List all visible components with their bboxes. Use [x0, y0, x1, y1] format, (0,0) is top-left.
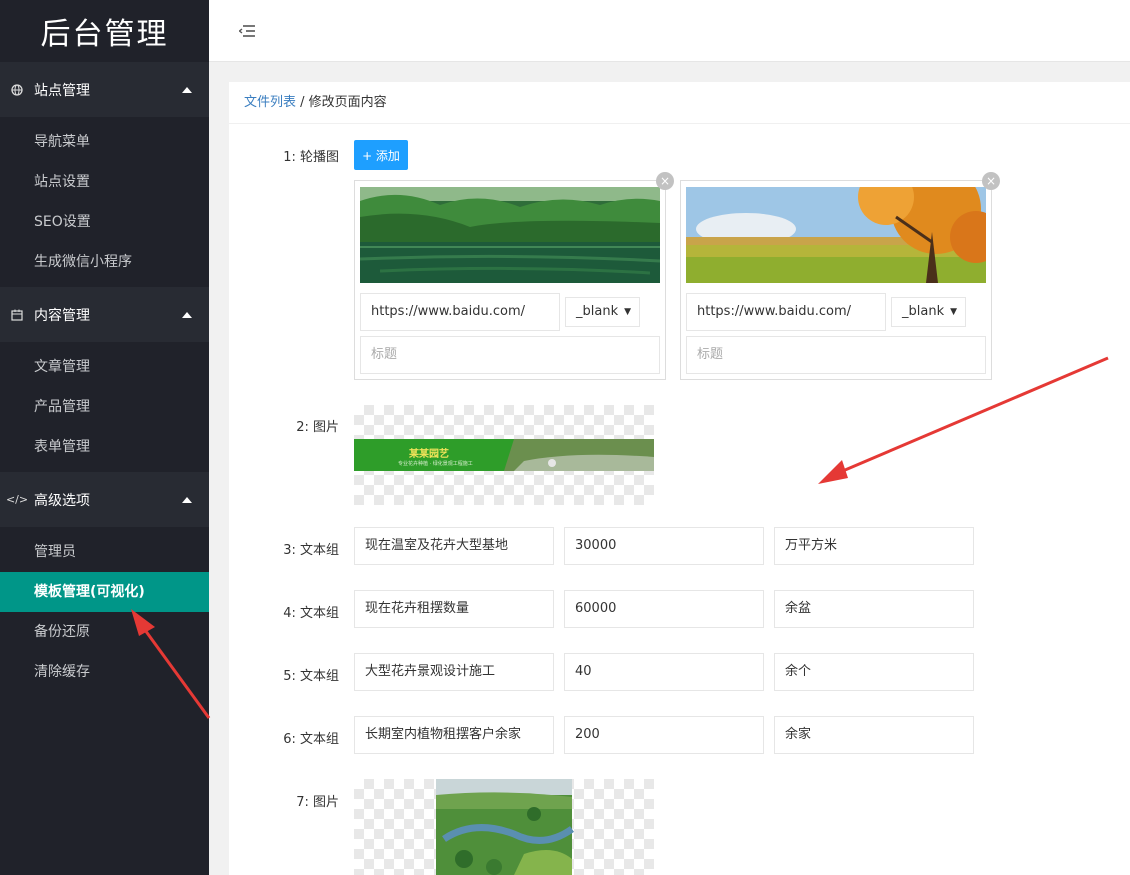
text-group-number-input[interactable]: 200: [564, 716, 764, 754]
sidebar-group-label: 高级选项: [34, 492, 90, 509]
breadcrumb-current: 修改页面内容: [308, 95, 387, 110]
collapse-menu-icon[interactable]: [238, 24, 255, 38]
remove-slide-icon[interactable]: ×: [656, 172, 674, 190]
sidebar-item-products[interactable]: 产品管理: [0, 387, 209, 427]
row-label-image: 7: 图片: [296, 795, 339, 810]
carousel-slide: https://www.baidu.com/ _blank ▼ 标题 ×: [354, 172, 674, 380]
sidebar-item-backup[interactable]: 备份还原: [0, 612, 209, 652]
text-group-number-input[interactable]: 30000: [564, 527, 764, 565]
sidebar-item-seo[interactable]: SEO设置: [0, 202, 209, 242]
text-group-number-input[interactable]: 40: [564, 653, 764, 691]
carousel-slide: https://www.baidu.com/ _blank ▼ 标题 ×: [680, 164, 1002, 380]
slide-target-value: _blank: [576, 304, 619, 319]
sidebar-item-nav-menu[interactable]: 导航菜单: [0, 122, 209, 162]
row-label-image: 2: 图片: [296, 420, 339, 435]
sidebar-item-articles[interactable]: 文章管理: [0, 347, 209, 387]
globe-icon: [10, 83, 24, 97]
text-group-title-input[interactable]: 现在花卉租摆数量: [354, 590, 554, 628]
chevron-up-icon: [182, 86, 192, 93]
sidebar-group-site[interactable]: 站点管理: [0, 62, 209, 117]
image-upload-landscape[interactable]: [354, 779, 654, 875]
slide-target-select[interactable]: _blank ▼: [891, 297, 966, 327]
sidebar-item-wechat-miniapp[interactable]: 生成微信小程序: [0, 242, 209, 282]
slide-title-input[interactable]: 标题: [360, 336, 660, 374]
sidebar-group-advanced[interactable]: </> 高级选项: [0, 472, 209, 527]
image-upload-banner[interactable]: 某某园艺 专业花卉种植 · 绿化景观工程施工: [354, 405, 654, 505]
row-label-text-group: 3: 文本组: [283, 543, 339, 558]
slide-url-input[interactable]: https://www.baidu.com/: [686, 293, 886, 331]
banner-subtitle: 专业花卉种植 · 绿化景观工程施工: [398, 461, 473, 467]
text-group-title-input[interactable]: 现在温室及花卉大型基地: [354, 527, 554, 565]
sidebar-item-admins[interactable]: 管理员: [0, 532, 209, 572]
text-group-unit-input[interactable]: 余家: [774, 716, 974, 754]
chevron-up-icon: [182, 311, 192, 318]
sidebar-item-site-settings[interactable]: 站点设置: [0, 162, 209, 202]
row-label-text-group: 5: 文本组: [283, 669, 339, 684]
sidebar-group-label: 内容管理: [34, 307, 90, 324]
breadcrumb-link-file-list[interactable]: 文件列表: [244, 95, 296, 110]
sidebar-group-label: 站点管理: [34, 82, 90, 99]
remove-slide-icon[interactable]: ×: [982, 172, 1000, 190]
slide-target-value: _blank: [902, 304, 945, 319]
code-icon: </>: [5, 493, 29, 506]
add-slide-button[interactable]: + 添加: [354, 140, 408, 170]
text-group-title-input[interactable]: 长期室内植物租摆客户余家: [354, 716, 554, 754]
banner-title: 某某园艺: [409, 449, 449, 460]
slide-title-input[interactable]: 标题: [686, 336, 986, 374]
sidebar-item-clear-cache[interactable]: 清除缓存: [0, 652, 209, 692]
sidebar-group-content[interactable]: 内容管理: [0, 287, 209, 342]
text-group-unit-input[interactable]: 万平方米: [774, 527, 974, 565]
text-group-unit-input[interactable]: 余个: [774, 653, 974, 691]
slide-image-forest-lake: [359, 187, 661, 283]
chevron-up-icon: [182, 496, 192, 503]
content-card: 文件列表 / 修改页面内容 1: 轮播图 + 添加 https://www.ba…: [229, 82, 1130, 875]
calendar-icon: [10, 308, 24, 322]
breadcrumb: 文件列表 / 修改页面内容: [229, 82, 1130, 124]
sidebar: 后台管理 站点管理 导航菜单 站点设置 SEO设置 生成微信小程序 内容管理 文…: [0, 0, 209, 875]
row-label-text-group: 6: 文本组: [283, 732, 339, 747]
text-group-title-input[interactable]: 大型花卉景观设计施工: [354, 653, 554, 691]
row-label-carousel: 1: 轮播图: [283, 150, 339, 165]
row-label-text-group: 4: 文本组: [283, 606, 339, 621]
text-group-unit-input[interactable]: 余盆: [774, 590, 974, 628]
slide-image-autumn-tree: [686, 164, 1002, 283]
app-logo: 后台管理: [40, 17, 169, 52]
breadcrumb-separator: /: [296, 95, 309, 110]
slide-url-input[interactable]: https://www.baidu.com/: [360, 293, 560, 331]
dropdown-arrow-icon: ▼: [950, 307, 957, 317]
sidebar-item-forms[interactable]: 表单管理: [0, 427, 209, 467]
sidebar-item-templates[interactable]: 模板管理(可视化): [0, 572, 209, 612]
text-group-number-input[interactable]: 60000: [564, 590, 764, 628]
dropdown-arrow-icon: ▼: [624, 307, 631, 317]
slide-target-select[interactable]: _blank ▼: [565, 297, 640, 327]
top-bar: [209, 0, 1130, 62]
